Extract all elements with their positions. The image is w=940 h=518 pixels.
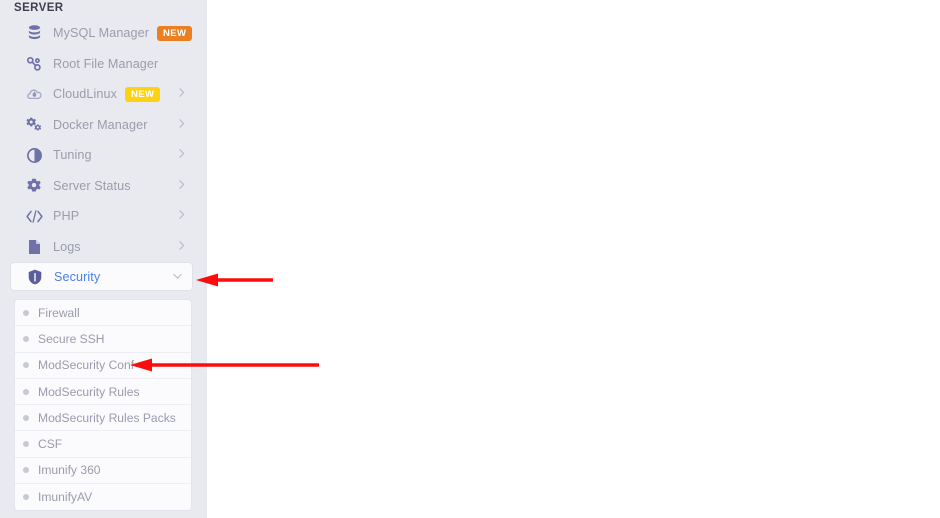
cloudlinux-icon bbox=[24, 84, 44, 104]
arrow-to-modsecurity-conf bbox=[130, 357, 320, 373]
sidebar-item-server-status[interactable]: Server Status bbox=[0, 171, 207, 202]
sidebar-item-label: CloudLinux bbox=[53, 87, 118, 102]
bullet-icon bbox=[23, 467, 29, 474]
sidebar-item-tuning[interactable]: Tuning bbox=[0, 140, 207, 171]
submenu-item-firewall[interactable]: Firewall bbox=[15, 300, 191, 327]
sidebar-item-docker-manager[interactable]: Docker Manager bbox=[0, 110, 207, 141]
sidebar-nav: MySQL Manager NEW Root File Manager Cloud… bbox=[0, 18, 207, 291]
submenu-item-label: Firewall bbox=[38, 305, 80, 320]
new-badge: NEW bbox=[125, 87, 161, 102]
arrow-to-security bbox=[196, 272, 274, 288]
submenu-item-label: ModSecurity Rules Packs bbox=[38, 410, 176, 425]
new-badge: NEW bbox=[157, 26, 193, 41]
bullet-icon bbox=[23, 335, 29, 342]
gear-icon bbox=[24, 176, 44, 196]
sidebar-item-label: Docker Manager bbox=[53, 117, 148, 132]
shield-icon bbox=[25, 267, 45, 287]
code-icon bbox=[24, 206, 44, 226]
submenu-item-label: Imunify 360 bbox=[38, 463, 101, 478]
chevron-right-icon[interactable] bbox=[179, 179, 185, 192]
document-icon bbox=[24, 237, 44, 257]
submenu-item-secure-ssh[interactable]: Secure SSH bbox=[15, 326, 191, 353]
submenu-item-modsecurity-rules[interactable]: ModSecurity Rules bbox=[15, 379, 191, 406]
chevron-right-icon[interactable] bbox=[179, 149, 185, 161]
sidebar-item-label: Tuning bbox=[53, 148, 92, 163]
sidebar-item-mysql-manager[interactable]: MySQL Manager NEW bbox=[0, 18, 207, 49]
sidebar-item-security[interactable]: Security bbox=[10, 262, 193, 291]
submenu-item-label: Secure SSH bbox=[38, 331, 105, 346]
security-submenu: Firewall Secure SSH ModSecurity Conf ModSec… bbox=[14, 299, 192, 512]
bullet-icon bbox=[23, 414, 29, 421]
submenu-item-label: ModSecurity Conf bbox=[38, 358, 135, 373]
sidebar-item-cloudlinux[interactable]: CloudLinux NEW bbox=[0, 79, 207, 110]
sidebar-item-label: Security bbox=[54, 269, 101, 284]
screen: SERVER MySQL Manager NEW Root File Manage… bbox=[0, 0, 940, 518]
chevron-right-icon[interactable] bbox=[179, 118, 185, 131]
content-area bbox=[207, 0, 940, 518]
sidebar-item-logs[interactable]: Logs bbox=[0, 232, 207, 263]
sidebar-item-label: Server Status bbox=[53, 178, 131, 193]
submenu-item-label: ModSecurity Rules bbox=[38, 384, 140, 399]
sidebar-item-label: MySQL Manager bbox=[53, 26, 150, 41]
chevron-right-icon[interactable] bbox=[179, 210, 185, 222]
bullet-icon bbox=[23, 362, 29, 369]
bullet-icon bbox=[23, 494, 29, 501]
contrast-icon bbox=[24, 145, 44, 165]
submenu-item-imunifyav[interactable]: ImunifyAV bbox=[15, 484, 191, 510]
sidebar-section-title: SERVER bbox=[14, 2, 64, 14]
submenu-item-label: ImunifyAV bbox=[38, 490, 93, 505]
submenu-item-csf[interactable]: CSF bbox=[15, 431, 191, 458]
sidebar-item-php[interactable]: PHP bbox=[0, 201, 207, 232]
gears-icon bbox=[24, 115, 44, 135]
sidebar-item-root-file-manager[interactable]: Root File Manager bbox=[0, 49, 207, 80]
bullet-icon bbox=[23, 309, 29, 316]
sidebar-item-label: PHP bbox=[53, 209, 80, 224]
chevron-right-icon[interactable] bbox=[179, 88, 185, 100]
chevron-down-icon[interactable] bbox=[173, 271, 182, 282]
bullet-icon bbox=[23, 441, 29, 448]
sidebar-item-label: Root File Manager bbox=[53, 56, 159, 71]
submenu-item-label: CSF bbox=[38, 437, 63, 452]
database-icon bbox=[24, 23, 44, 43]
file-nodes-icon bbox=[24, 54, 44, 74]
submenu-item-modsecurity-rules-packs[interactable]: ModSecurity Rules Packs bbox=[15, 405, 191, 432]
submenu-item-imunify-360[interactable]: Imunify 360 bbox=[15, 458, 191, 485]
sidebar-item-label: Logs bbox=[53, 239, 81, 254]
chevron-right-icon[interactable] bbox=[179, 240, 185, 253]
bullet-icon bbox=[23, 388, 29, 395]
